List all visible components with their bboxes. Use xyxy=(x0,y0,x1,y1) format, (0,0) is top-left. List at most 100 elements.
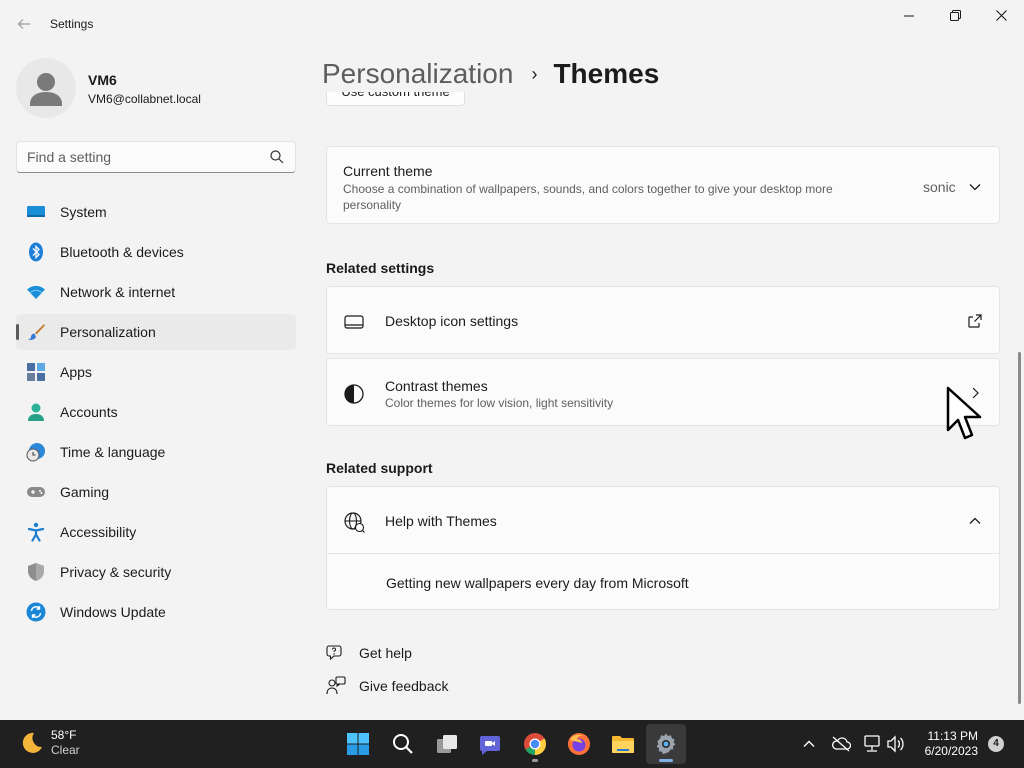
breadcrumb-separator: › xyxy=(531,63,538,84)
user-email: VM6@collabnet.local xyxy=(88,92,201,106)
current-theme-card[interactable]: Current theme Choose a combination of wa… xyxy=(326,146,1000,224)
start-button[interactable] xyxy=(338,724,378,764)
main-content: Use custom theme Current theme Choose a … xyxy=(326,92,1000,720)
sidebar-item-windows-update[interactable]: Windows Update xyxy=(16,594,296,630)
onedrive-tray-button[interactable] xyxy=(831,734,851,754)
taskbar: 58°F Clear 11:13 PM 6/20/2023 4 xyxy=(0,720,1024,768)
open-external-icon[interactable] xyxy=(967,313,983,329)
sidebar-item-time-language[interactable]: Time & language xyxy=(16,434,296,470)
search-icon xyxy=(393,734,413,754)
sidebar-item-apps[interactable]: Apps xyxy=(16,354,296,390)
contrast-icon xyxy=(344,384,364,404)
give-feedback-label: Give feedback xyxy=(359,678,449,694)
taskbar-clock[interactable]: 11:13 PM 6/20/2023 xyxy=(914,729,978,759)
clock-time: 11:13 PM xyxy=(927,729,978,743)
sidebar-item-system[interactable]: System xyxy=(16,194,296,230)
chrome-button[interactable] xyxy=(515,724,555,764)
notification-badge[interactable]: 4 xyxy=(988,736,1004,752)
globe-help-icon xyxy=(344,512,365,533)
wifi-icon xyxy=(26,282,46,302)
page-title: Themes xyxy=(553,58,660,89)
feedback-icon xyxy=(326,676,346,695)
system-monitor-icon xyxy=(26,202,46,222)
firefox-button[interactable] xyxy=(559,724,599,764)
sidebar-item-network[interactable]: Network & internet xyxy=(16,274,296,310)
file-explorer-button[interactable] xyxy=(603,724,643,764)
sidebar-item-label: Personalization xyxy=(60,324,156,340)
sidebar-item-gaming[interactable]: Gaming xyxy=(16,474,296,510)
sidebar-item-accessibility[interactable]: Accessibility xyxy=(16,514,296,550)
shield-icon xyxy=(26,562,46,582)
file-explorer-icon xyxy=(612,736,634,753)
speaker-icon xyxy=(887,735,904,753)
help-with-themes-header[interactable]: Help with Themes xyxy=(327,487,999,554)
teams-chat-icon xyxy=(480,736,500,755)
sidebar-item-personalization[interactable]: Personalization xyxy=(16,314,296,350)
window-title: Settings xyxy=(50,17,94,31)
network-icon xyxy=(864,735,880,752)
show-hidden-icons-button[interactable] xyxy=(799,734,819,754)
sidebar-item-label: Gaming xyxy=(60,484,110,500)
sidebar-item-label: Accounts xyxy=(60,404,118,420)
network-tray-button[interactable] xyxy=(862,734,882,754)
avatar[interactable] xyxy=(16,58,76,118)
running-indicator xyxy=(532,759,538,762)
sidebar-item-accounts[interactable]: Accounts xyxy=(16,394,296,430)
minimize-button[interactable] xyxy=(886,4,932,28)
sidebar-item-label: Privacy & security xyxy=(60,564,172,580)
gamepad-icon xyxy=(26,482,46,502)
sidebar-item-privacy[interactable]: Privacy & security xyxy=(16,554,296,590)
volume-tray-button[interactable] xyxy=(886,734,906,754)
teams-chat-button[interactable] xyxy=(470,724,510,764)
help-with-themes-card: Help with Themes Getting new wallpapers … xyxy=(326,486,1000,610)
accounts-icon xyxy=(26,402,46,422)
content-scrollbar[interactable] xyxy=(1018,352,1021,704)
chrome-icon xyxy=(524,733,546,755)
desktop-icon xyxy=(344,315,364,329)
help-with-themes-title: Help with Themes xyxy=(385,513,497,529)
sidebar-nav: System Bluetooth & devices Network & int… xyxy=(16,194,296,634)
restore-button[interactable] xyxy=(932,4,978,28)
moon-icon xyxy=(22,732,42,753)
sidebar-item-label: Apps xyxy=(60,364,92,380)
settings-button[interactable] xyxy=(646,724,686,764)
task-view-button[interactable] xyxy=(427,724,467,764)
search-box[interactable] xyxy=(16,141,296,173)
clock-globe-icon xyxy=(26,442,46,462)
desktop-icon-settings-card[interactable]: Desktop icon settings xyxy=(326,286,1000,354)
weather-widget[interactable]: 58°F Clear xyxy=(18,728,80,758)
give-feedback-link[interactable]: Give feedback xyxy=(326,675,449,697)
bluetooth-icon xyxy=(26,242,46,262)
settings-icon xyxy=(656,733,676,755)
title-bar: Settings xyxy=(0,0,1024,48)
cloud-offline-icon xyxy=(832,736,851,752)
clock-date: 6/20/2023 xyxy=(924,744,978,758)
breadcrumb-parent[interactable]: Personalization xyxy=(322,58,513,90)
sidebar-item-label: Time & language xyxy=(60,444,166,460)
chevron-down-icon[interactable] xyxy=(967,179,983,195)
search-input[interactable] xyxy=(17,142,257,172)
chevron-up-icon[interactable] xyxy=(967,513,983,529)
get-help-label: Get help xyxy=(359,645,412,661)
sidebar-item-bluetooth[interactable]: Bluetooth & devices xyxy=(16,234,296,270)
paintbrush-icon xyxy=(26,322,46,342)
task-view-icon xyxy=(437,735,457,753)
search-icon[interactable] xyxy=(269,149,285,165)
back-arrow-icon[interactable] xyxy=(12,12,36,36)
current-theme-title: Current theme xyxy=(343,163,433,179)
contrast-themes-card[interactable]: Contrast themes Color themes for low vis… xyxy=(326,358,1000,426)
sidebar-item-label: Accessibility xyxy=(60,524,137,540)
taskbar-search-button[interactable] xyxy=(383,724,423,764)
help-link-wallpapers[interactable]: Getting new wallpapers every day from Mi… xyxy=(386,575,689,591)
contrast-themes-title: Contrast themes xyxy=(385,378,488,394)
related-settings-heading: Related settings xyxy=(326,260,435,276)
update-icon xyxy=(26,602,46,622)
use-custom-theme-button[interactable]: Use custom theme xyxy=(326,92,465,106)
close-button[interactable] xyxy=(978,4,1024,28)
chevron-up-icon xyxy=(803,740,815,747)
contrast-themes-subtitle: Color themes for low vision, light sensi… xyxy=(385,396,614,410)
user-name: VM6 xyxy=(88,72,117,88)
get-help-link[interactable]: Get help xyxy=(326,642,412,664)
related-support-heading: Related support xyxy=(326,460,433,476)
firefox-icon xyxy=(568,733,590,755)
